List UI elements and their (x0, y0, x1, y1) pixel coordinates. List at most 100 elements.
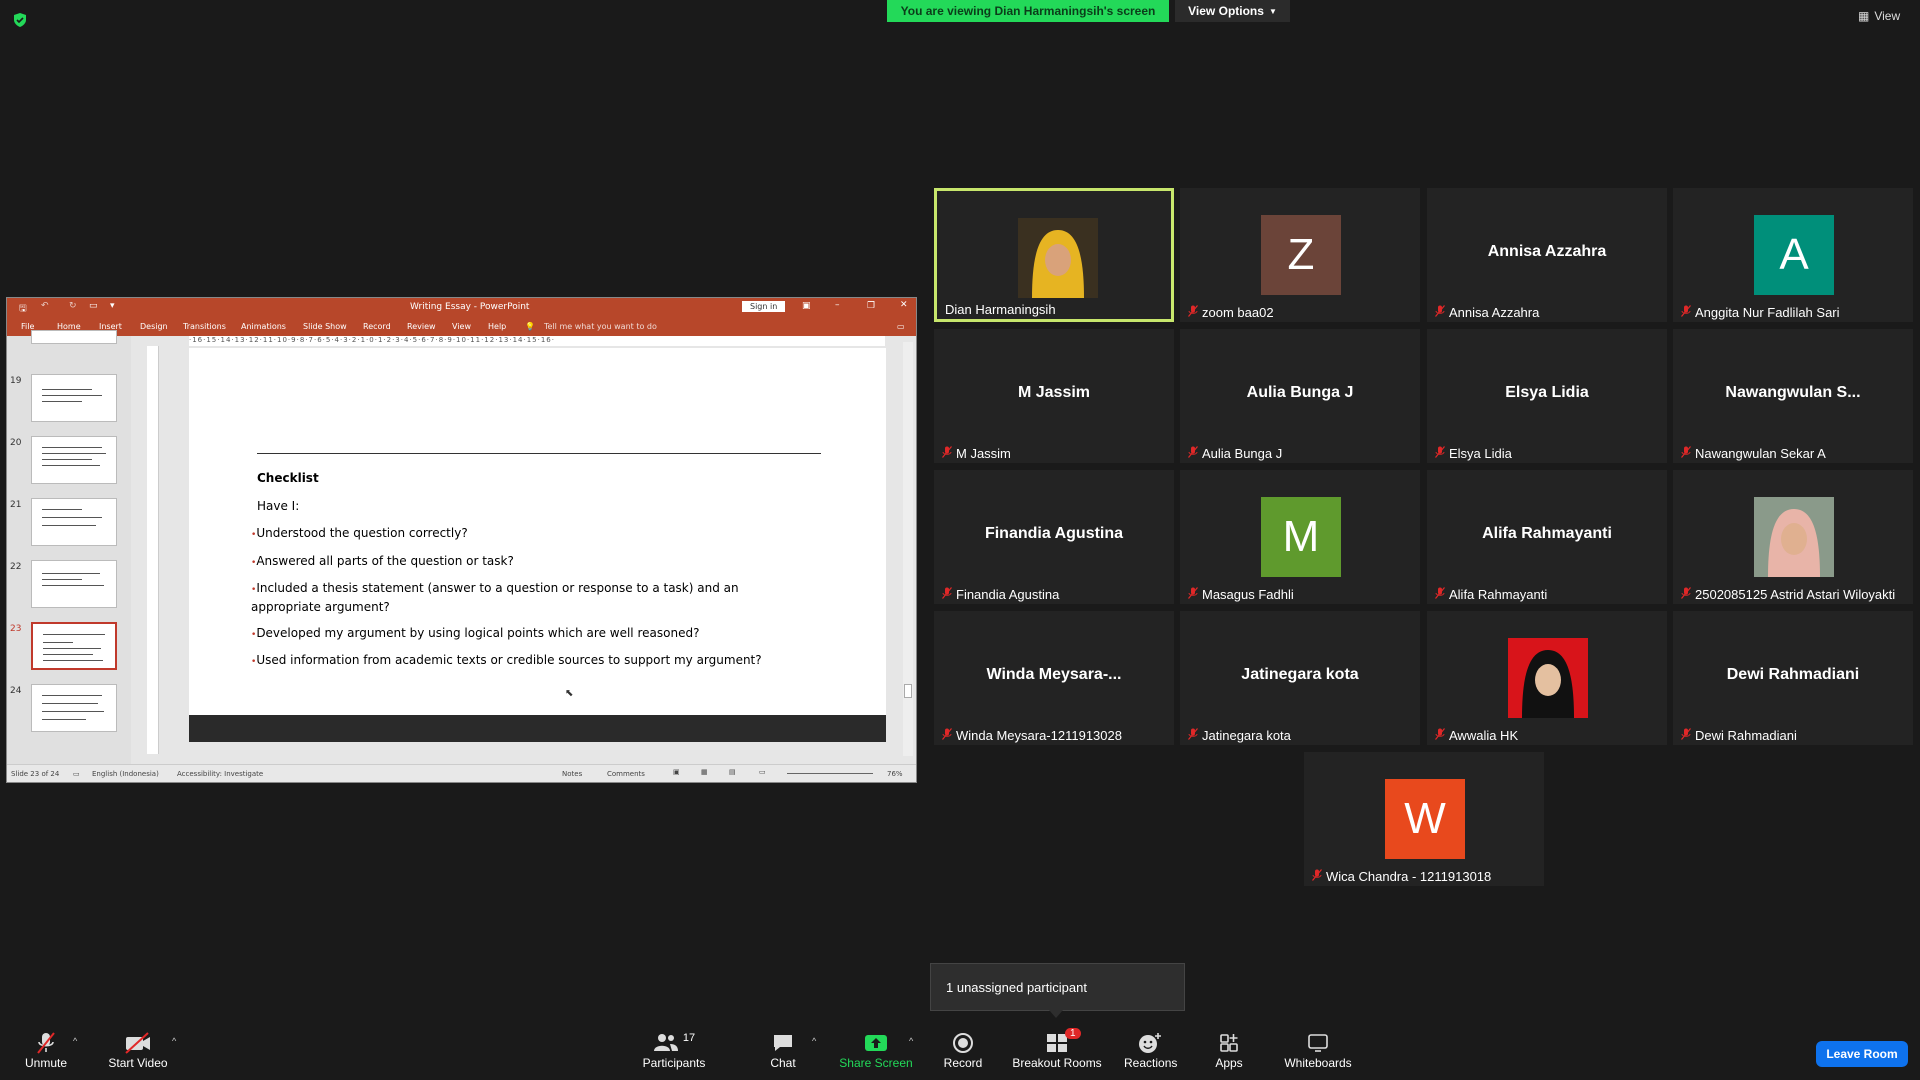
participant-name: Wica Chandra - 1211913018 (1326, 869, 1492, 884)
comments-icon[interactable]: ▭ (897, 322, 905, 331)
present-icon[interactable]: ▭ (89, 301, 98, 311)
participant-tile[interactable]: Aulia Bunga J Aulia Bunga J (1180, 329, 1420, 463)
ribbon-display-icon[interactable]: ▣ (802, 301, 811, 311)
participant-tile[interactable]: W Wica Chandra - 1211913018 (1304, 752, 1544, 886)
muted-mic-icon (942, 728, 952, 743)
tab-slide-show[interactable]: Slide Show (303, 322, 347, 331)
participant-name: 2502085125 Astrid Astari Wiloyakti (1695, 587, 1896, 602)
participant-tile[interactable]: A Anggita Nur Fadlilah Sari (1673, 188, 1913, 322)
view-button[interactable]: ▦ View (1858, 9, 1900, 23)
reactions-label: Reactions (1124, 1056, 1178, 1070)
checklist-item-text: Developed my argument by using logical p… (256, 626, 700, 640)
participant-tile[interactable]: Dewi Rahmadiani Dewi Rahmadiani (1673, 611, 1913, 745)
slide-canvas[interactable]: Checklist Have I: •Understood the questi… (189, 348, 886, 715)
zoom-slider[interactable] (787, 773, 873, 774)
participant-name-label: Finandia Agustina (942, 587, 1059, 602)
breakout-rooms-button[interactable]: 1 Breakout Rooms (1012, 1028, 1102, 1070)
slide-thumbnail[interactable] (31, 560, 117, 608)
share-options-caret[interactable]: ^ (909, 1036, 913, 1046)
tab-animations[interactable]: Animations (241, 322, 286, 331)
notes-button[interactable]: Notes (562, 770, 582, 778)
video-options-caret[interactable]: ^ (172, 1036, 176, 1046)
participant-tile[interactable]: Finandia Agustina Finandia Agustina (934, 470, 1174, 604)
participant-display-name: Aulia Bunga J (1246, 384, 1354, 401)
participant-name-label: M Jassim (942, 446, 1011, 461)
participant-tile[interactable]: Alifa Rahmayanti Alifa Rahmayanti (1427, 470, 1667, 604)
participant-display-name: Alifa Rahmayanti (1482, 525, 1612, 542)
zoom-level[interactable]: 76% (887, 770, 903, 778)
sign-in-button[interactable]: Sign in (742, 301, 786, 312)
slide-divider-line (257, 453, 821, 454)
participant-display-name: Winda Meysara-... (986, 666, 1122, 683)
participant-name-label: Dewi Rahmadiani (1681, 728, 1797, 743)
share-screen-button[interactable]: Share Screen (838, 1030, 914, 1070)
slide-thumbnail[interactable] (31, 498, 117, 546)
participant-tile[interactable]: Elsya Lidia Elsya Lidia (1427, 329, 1667, 463)
slide-sorter-icon[interactable]: ▦ (701, 768, 708, 776)
participant-photo-avatar (1018, 218, 1098, 298)
tab-record[interactable]: Record (363, 322, 391, 331)
close-icon[interactable]: ✕ (900, 300, 908, 310)
whiteboards-button[interactable]: Whiteboards (1282, 1030, 1354, 1070)
slide-thumbnail[interactable] (31, 330, 117, 344)
slideshow-view-icon[interactable]: ▭ (759, 768, 766, 776)
muted-mic-icon (1435, 305, 1445, 320)
start-video-button[interactable]: Start Video (104, 1030, 172, 1070)
muted-mic-icon (942, 587, 952, 602)
tab-transitions[interactable]: Transitions (183, 322, 226, 331)
language-indicator[interactable]: English (Indonesia) (92, 770, 159, 778)
record-button[interactable]: Record (940, 1030, 986, 1070)
accessibility-status[interactable]: Accessibility: Investigate (177, 770, 263, 778)
slide-thumbnail[interactable] (31, 374, 117, 422)
customize-icon[interactable]: ▾ (110, 301, 115, 311)
view-options-button[interactable]: View Options ▼ (1175, 0, 1290, 22)
chat-options-caret[interactable]: ^ (812, 1036, 816, 1046)
leave-room-button[interactable]: Leave Room (1816, 1041, 1908, 1067)
participant-tile[interactable]: M Masagus Fadhli (1180, 470, 1420, 604)
participant-tile[interactable]: Winda Meysara-... Winda Meysara-121191302… (934, 611, 1174, 745)
share-screen-icon (838, 1030, 914, 1056)
apps-button[interactable]: Apps (1212, 1030, 1246, 1070)
reading-view-icon[interactable]: ▤ (729, 768, 736, 776)
tab-design[interactable]: Design (140, 322, 168, 331)
tab-help[interactable]: Help (488, 322, 506, 331)
participants-button[interactable]: 17 Participants (641, 1030, 707, 1070)
security-shield-icon[interactable] (12, 12, 28, 28)
participant-tile[interactable]: Dian Harmaningsih (934, 188, 1174, 322)
unmute-button[interactable]: Unmute (18, 1030, 74, 1070)
audio-options-caret[interactable]: ^ (73, 1036, 77, 1046)
normal-view-icon[interactable]: ▣ (673, 768, 680, 776)
tab-review[interactable]: Review (407, 322, 436, 331)
slide-thumbnail-selected[interactable] (31, 622, 117, 670)
maximize-icon[interactable]: ❐ (867, 301, 875, 311)
muted-mic-icon (1435, 728, 1445, 743)
minimize-icon[interactable]: – (835, 300, 840, 310)
redo-icon[interactable]: ↻ (69, 301, 77, 311)
participant-name: Nawangwulan Sekar A (1695, 446, 1826, 461)
participant-tile[interactable]: Jatinegara kota Jatinegara kota (1180, 611, 1420, 745)
unassigned-participant-popover[interactable]: 1 unassigned participant (930, 963, 1185, 1011)
muted-mic-icon (18, 1030, 74, 1056)
participant-tile[interactable]: 2502085125 Astrid Astari Wiloyakti (1673, 470, 1913, 604)
participant-tile[interactable]: Annisa Azzahra Annisa Azzahra (1427, 188, 1667, 322)
participant-name-label: Alifa Rahmayanti (1435, 587, 1547, 602)
slide-thumbnail[interactable] (31, 436, 117, 484)
whiteboards-label: Whiteboards (1284, 1056, 1352, 1070)
save-icon[interactable]: 🖫 (19, 301, 27, 317)
thumb-number: 19 (10, 376, 22, 386)
reactions-button[interactable]: Reactions (1124, 1030, 1178, 1070)
participant-tile[interactable]: M Jassim M Jassim (934, 329, 1174, 463)
participant-tile[interactable]: Awwalia HK (1427, 611, 1667, 745)
muted-mic-icon (1681, 587, 1691, 602)
vertical-scrollbar[interactable] (903, 342, 913, 756)
chat-button[interactable]: Chat (763, 1030, 803, 1070)
participant-tile[interactable]: Zzoom baa02 (1180, 188, 1420, 322)
slide-thumbnail[interactable] (31, 684, 117, 732)
tab-view[interactable]: View (452, 322, 471, 331)
participant-tile[interactable]: Nawangwulan S... Nawangwulan Sekar A (1673, 329, 1913, 463)
undo-icon[interactable]: ↶ (41, 301, 49, 311)
participant-name-label: Masagus Fadhli (1188, 587, 1294, 602)
tell-me-search[interactable]: Tell me what you want to do (544, 322, 657, 331)
spellcheck-icon[interactable]: ▭ (73, 770, 80, 778)
comments-button[interactable]: Comments (607, 770, 645, 778)
